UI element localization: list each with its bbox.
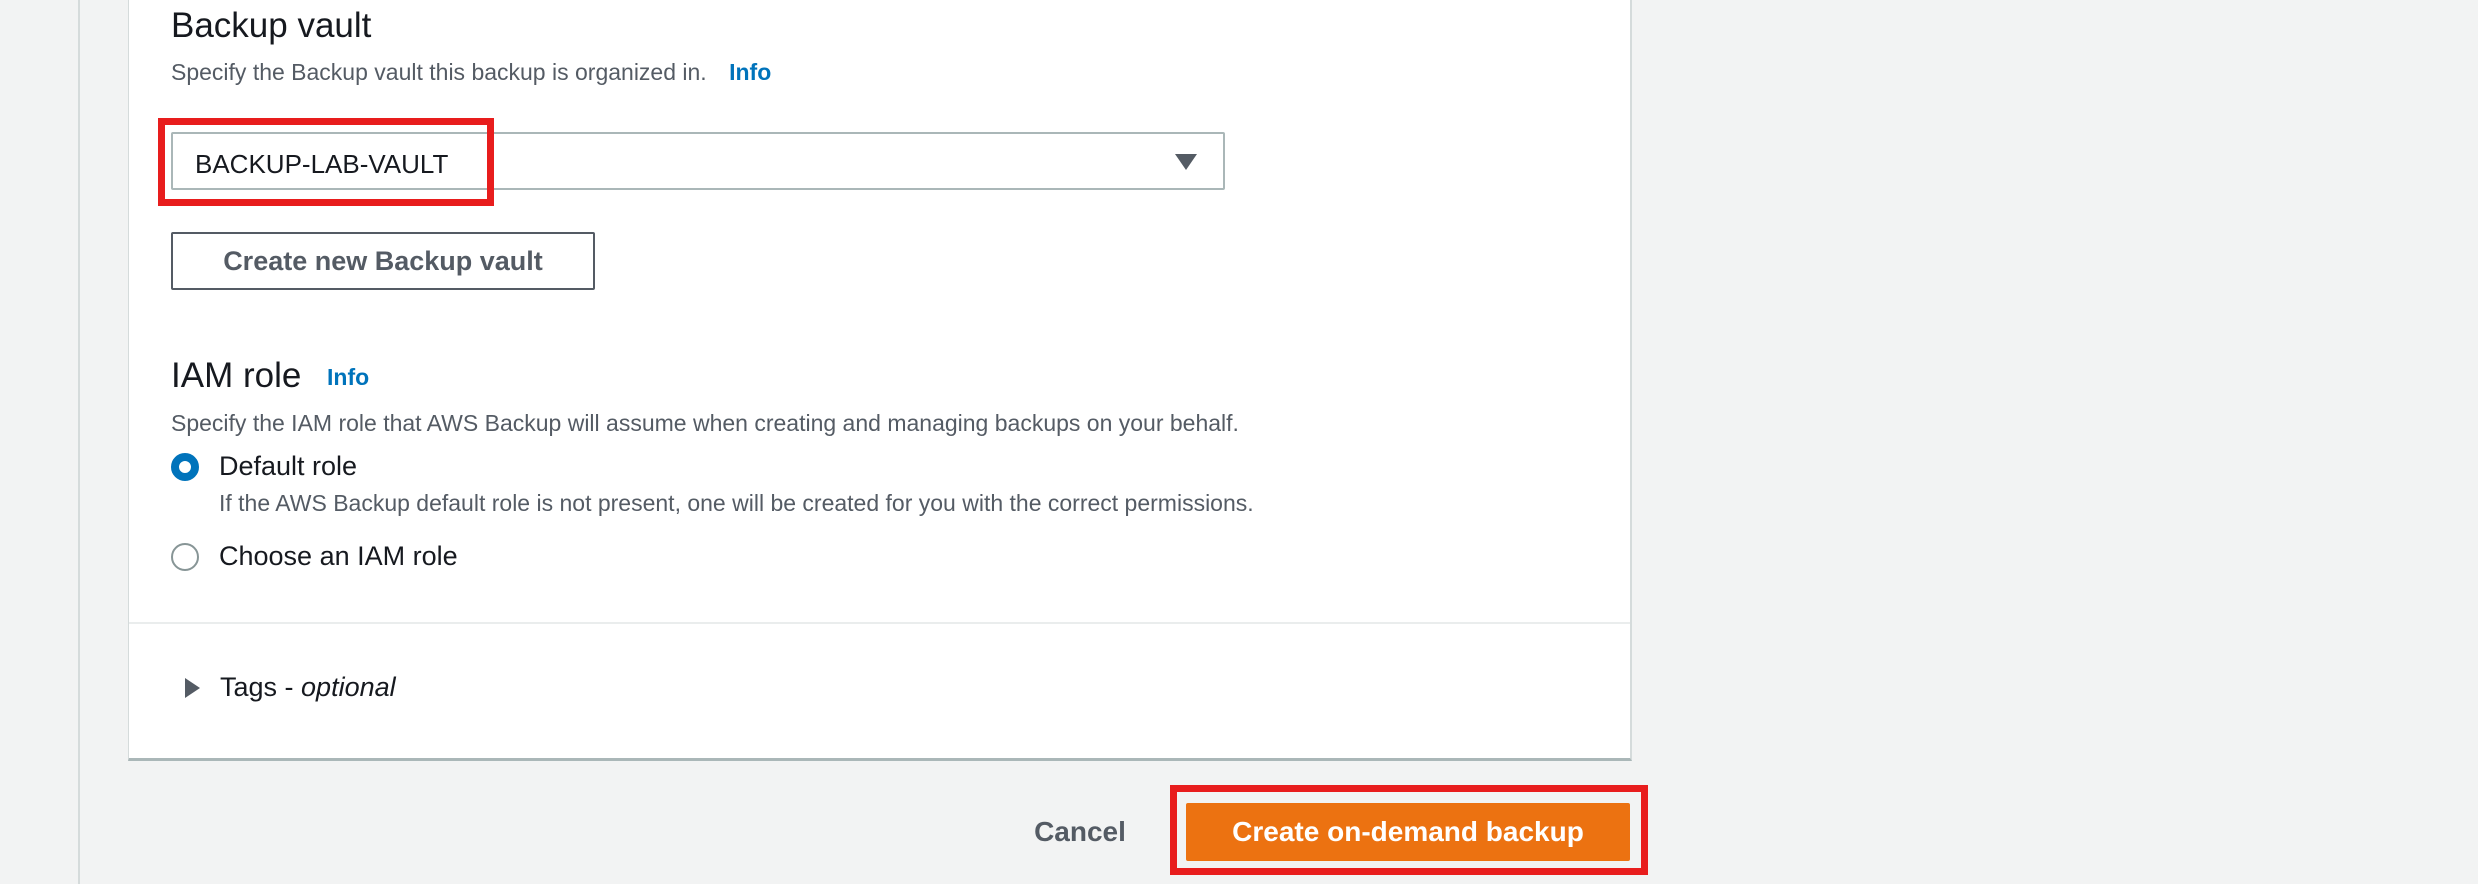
iam-role-description: Specify the IAM role that AWS Backup wil… <box>171 410 1239 436</box>
iam-role-title: IAM role <box>171 356 302 395</box>
default-role-label: Default role <box>219 451 358 481</box>
settings-panel: Backup vault Specify the Backup vault th… <box>128 0 1632 761</box>
radio-unselected-icon[interactable] <box>171 543 199 571</box>
caret-down-icon <box>1175 154 1197 170</box>
backup-vault-description-row: Specify the Backup vault this backup is … <box>171 59 771 86</box>
left-margin <box>0 0 80 884</box>
choose-iam-role-label: Choose an IAM role <box>219 541 458 571</box>
backup-vault-select[interactable]: BACKUP-LAB-VAULT <box>171 132 1225 190</box>
backup-vault-description: Specify the Backup vault this backup is … <box>171 59 707 85</box>
radio-choose-iam-role[interactable]: Choose an IAM role <box>171 541 458 572</box>
iam-role-title-row: IAM role Info <box>171 356 369 396</box>
radio-default-role[interactable]: Default role <box>171 451 357 482</box>
page-background <box>1632 0 2478 884</box>
backup-vault-selected-value: BACKUP-LAB-VAULT <box>195 149 449 179</box>
radio-selected-icon[interactable] <box>171 453 199 481</box>
cancel-button[interactable]: Cancel <box>1020 810 1140 854</box>
iam-role-info-link[interactable]: Info <box>327 364 369 390</box>
create-on-demand-backup-button[interactable]: Create on-demand backup <box>1186 803 1630 861</box>
backup-vault-info-link[interactable]: Info <box>729 59 771 85</box>
tags-label: Tags - optional <box>220 672 396 702</box>
section-divider <box>129 622 1630 624</box>
caret-right-icon <box>185 677 200 698</box>
create-backup-vault-button[interactable]: Create new Backup vault <box>171 232 595 290</box>
default-role-description: If the AWS Backup default role is not pr… <box>219 490 1254 516</box>
tags-expander[interactable]: Tags - optional <box>185 672 396 703</box>
backup-vault-title: Backup vault <box>171 6 372 45</box>
